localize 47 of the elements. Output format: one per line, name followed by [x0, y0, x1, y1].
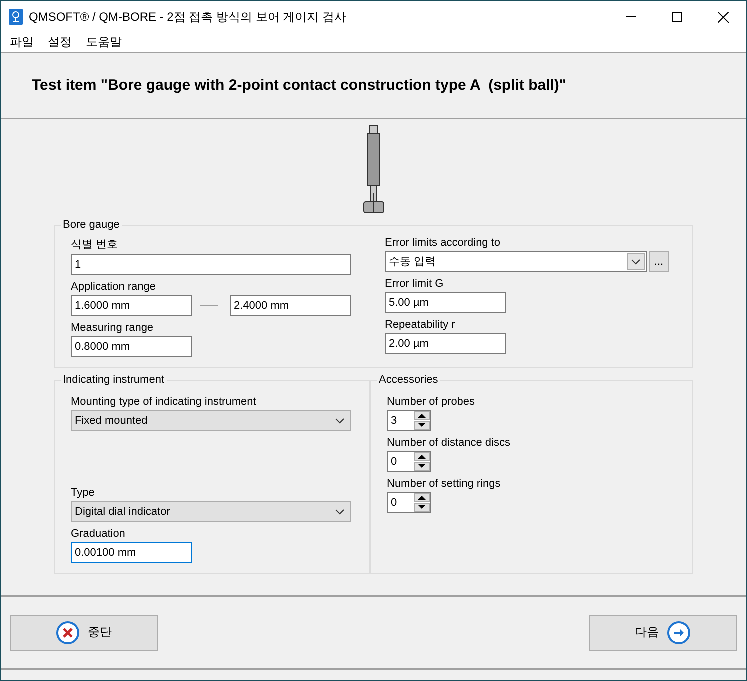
number-spinner[interactable]: 0 [387, 492, 431, 513]
menu-item[interactable]: 설정 [48, 34, 72, 51]
field-label: Graduation [71, 528, 126, 540]
type-dropdown[interactable]: Digital dial indicator [71, 501, 351, 522]
number-spinner[interactable]: 0 [387, 451, 431, 472]
close-icon [56, 620, 80, 644]
field-label: Error limit G [385, 278, 445, 290]
field-label: 식별 번호 [71, 238, 120, 252]
group-title: Bore gauge [62, 219, 121, 231]
field-label: Number of distance discs [387, 437, 512, 449]
error-limit-field[interactable]: 5.00 µm [385, 292, 506, 313]
group-title: Indicating instrument [62, 374, 166, 386]
chevron-down-icon [335, 508, 345, 514]
graduation-field[interactable]: 0.00100 mm [71, 542, 192, 563]
chevron-down-icon [335, 418, 345, 424]
repeatability-field[interactable]: 2.00 µm [385, 333, 506, 354]
field-label: Error limits according to [385, 237, 502, 249]
field-label: Measuring range [71, 322, 155, 334]
measuring-range-field[interactable]: 0.8000 mm [71, 336, 192, 357]
field-label: Repeatability r [385, 319, 456, 331]
app-icon [9, 9, 23, 25]
close-icon [718, 12, 728, 22]
maximize-icon [672, 12, 682, 22]
error-limits-dropdown[interactable]: 수동 입력 [385, 251, 647, 272]
field-label: Mounting type of indicating instrument [71, 396, 258, 408]
spinner-arrows-icon[interactable] [414, 493, 430, 512]
field-label: Type [71, 487, 96, 499]
cancel-button[interactable]: 중단 [10, 614, 158, 650]
number-spinner[interactable]: 3 [387, 410, 431, 431]
mounting-type-dropdown[interactable]: Fixed mounted [71, 410, 351, 431]
field-label: Number of probes [387, 396, 476, 408]
spinner-arrows-icon[interactable] [414, 411, 430, 430]
range-from-field[interactable]: 1.6000 mm [71, 295, 192, 316]
menu-item[interactable]: 도움말 [86, 34, 122, 51]
browse-button[interactable]: ... [649, 251, 669, 272]
page-title: Test item "Bore gauge with 2-point contact construction type A (split ball)" [32, 77, 567, 94]
chevron-down-icon [631, 258, 641, 264]
field-label: Number of setting rings [387, 478, 502, 490]
range-to-field[interactable]: 2.4000 mm [230, 295, 351, 316]
group-title: Accessories [378, 374, 440, 386]
spinner-arrows-icon[interactable] [414, 452, 430, 471]
window-title: QMSOFT® / QM-BORE - 2점 접촉 방식의 보어 게이지 검사 [29, 8, 348, 26]
id-number-field[interactable]: 1 [71, 254, 351, 275]
field-label: Application range [71, 281, 158, 293]
menu-item[interactable]: 파일 [10, 34, 34, 51]
arrow-right-icon [667, 620, 691, 644]
next-button[interactable]: 다음 [589, 614, 737, 650]
